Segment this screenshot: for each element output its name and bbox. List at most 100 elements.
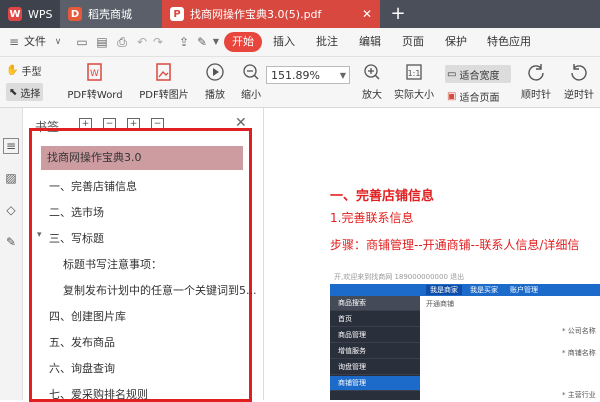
pdf-to-image-label: PDF转图片 [139, 90, 189, 101]
close-icon[interactable]: ✕ [362, 7, 372, 21]
thumbnail-image-icon[interactable]: ▨ [3, 170, 19, 186]
rotate-counterclockwise-icon [568, 61, 590, 83]
screenshot-field-label: * 主营行业 [562, 391, 596, 399]
select-tool-button[interactable]: ⬉ 选择 [6, 83, 44, 101]
open-file-icon[interactable]: ▤ [94, 34, 110, 50]
actual-size-button[interactable]: 1:1 实际大小 [391, 61, 437, 101]
ribbon-toolbar: ✋ 手型 ⬉ 选择 W PDF转Word PDF转图片 播放 缩小 151.89… [0, 57, 600, 108]
svg-text:W: W [90, 69, 99, 79]
screenshot-search-box: 商品搜索 [330, 296, 420, 311]
zoom-value: 151.89% [271, 69, 320, 82]
cursor-arrow-icon: ⬉ [9, 86, 18, 98]
annotation-icon[interactable]: ✎ [3, 234, 19, 250]
bookmark-item[interactable]: 标题书写注意事项： [63, 256, 162, 272]
chevron-down-icon[interactable]: ∨ [50, 34, 66, 50]
rotate-clockwise-label: 顺时针 [521, 90, 551, 101]
hand-tool-button[interactable]: ✋ 手型 [6, 61, 41, 79]
zoom-out-button[interactable]: 缩小 [237, 61, 265, 101]
protect-tab[interactable]: 保护 [445, 28, 467, 56]
insert-tab[interactable]: 插入 [273, 28, 295, 56]
actual-size-label: 实际大小 [394, 90, 434, 101]
tab-docer-store[interactable]: D 稻壳商城 [60, 0, 162, 28]
rotate-counterclockwise-label: 逆时针 [564, 90, 594, 101]
pdf-to-image-button[interactable]: PDF转图片 [134, 61, 194, 101]
zoom-out-label: 缩小 [241, 90, 261, 101]
redo-icon[interactable]: ↷ [150, 34, 166, 50]
wps-logo-icon: W [8, 7, 22, 21]
tab-label: WPS [28, 7, 53, 21]
hamburger-menu-icon[interactable]: ≡ [6, 34, 22, 50]
bookmark-panel: 书签 + − + − ✕ 找商网操作宝典3.0 一、完善店铺信息 二、选市场 三… [23, 108, 264, 402]
bookmark-item[interactable]: 找商网操作宝典3.0 [41, 146, 243, 170]
new-tab-button[interactable]: + [386, 2, 410, 26]
pdf-to-word-button[interactable]: W PDF转Word [62, 61, 128, 101]
screenshot-side-item: 商品管理 [330, 328, 420, 343]
bookmark-item[interactable]: 五、发布商品 [49, 334, 115, 350]
tab-wps-home[interactable]: W WPS [0, 0, 60, 28]
tab-bar: W WPS D 稻壳商城 P 找商网操作宝典3.0(5).pdf ✕ + [0, 0, 600, 28]
screenshot-nav-item: 我是买家 [470, 286, 498, 294]
document-step-text: 步骤：商铺管理--开通商铺--联系人信息/详细信 [330, 238, 580, 252]
zoom-level-select[interactable]: 151.89% ▼ [266, 66, 350, 84]
screenshot-side-item: 询盘管理 [330, 360, 420, 375]
screenshot-sidebar: 商品搜索 首页 商品管理 增值服务 询盘管理 商铺管理 [330, 296, 420, 400]
chevron-down-icon[interactable]: ▼ [340, 67, 346, 85]
side-icon-strip: ≡ ▨ ◇ ✎ [0, 108, 23, 400]
document-subheading: 1.完善联系信息 [330, 211, 414, 225]
screenshot-field-label: * 商铺名称 [562, 349, 596, 357]
screenshot-nav-item: 我是商家 [426, 285, 462, 295]
screenshot-main-title: 开通商铺 [426, 300, 454, 308]
features-tab[interactable]: 特色应用 [487, 28, 531, 56]
document-viewer[interactable]: 一、完善店铺信息 1.完善联系信息 步骤：商铺管理--开通商铺--联系人信息/详… [264, 108, 600, 400]
document-heading: 一、完善店铺信息 [330, 189, 435, 204]
menu-bar: ≡ 文件 ∨ ▭ ▤ ⎙ ↶ ↷ ⇪ ✎ ▼ 开始 插入 批注 编辑 页面 保护… [0, 28, 600, 57]
fit-page-label: 适合页面 [459, 92, 500, 104]
fit-width-button[interactable]: ▭ 适合宽度 [445, 65, 511, 83]
tab-pdf-document[interactable]: P 找商网操作宝典3.0(5).pdf ✕ [162, 0, 380, 28]
rotate-counterclockwise-button[interactable]: 逆时针 [560, 61, 598, 101]
screenshot-nav-item: 账户管理 [510, 286, 538, 294]
comment-tab[interactable]: 批注 [316, 28, 338, 56]
new-folder-icon[interactable]: ▭ [74, 34, 90, 50]
bookmark-item[interactable]: 三、写标题 [49, 230, 104, 246]
collapse-arrow-icon[interactable]: ▾ [37, 230, 42, 240]
edit-tab[interactable]: 编辑 [359, 28, 381, 56]
bookmark-item[interactable]: 一、完善店铺信息 [49, 178, 137, 194]
share-icon[interactable]: ⇪ [176, 34, 192, 50]
bookmark-item[interactable]: 四、创建图片库 [49, 308, 126, 324]
bookmark-item[interactable]: 二、选市场 [49, 204, 104, 220]
screenshot-side-item: 首页 [330, 312, 420, 327]
rotate-clockwise-button[interactable]: 顺时针 [518, 61, 554, 101]
play-label: 播放 [205, 90, 225, 101]
bookmark-item[interactable]: 六、询盘查询 [49, 360, 115, 376]
undo-icon[interactable]: ↶ [134, 34, 150, 50]
screenshot-field-label: * 公司名称 [562, 327, 596, 335]
screenshot-main-panel: 开通商铺 * 公司名称 * 商铺名称 * 主营行业 [420, 296, 600, 400]
page-tab[interactable]: 页面 [402, 28, 424, 56]
pdf-to-word-icon: W [84, 61, 106, 83]
tab-label: 找商网操作宝典3.0(5).pdf [190, 8, 322, 21]
start-tab[interactable]: 开始 [224, 32, 262, 52]
embedded-screenshot: 开,欢迎来到找商网 189000000000 退出 我是商家 我是买家 账户管理… [330, 270, 600, 400]
bookmark-item[interactable]: 复制发布计划中的任意一个关键词到5... [63, 282, 257, 298]
chevron-down-icon[interactable]: ▼ [208, 34, 224, 50]
hand-tool-label: 手型 [21, 66, 42, 78]
rotate-clockwise-icon [525, 61, 547, 83]
file-menu[interactable]: 文件 [24, 28, 46, 56]
actual-size-icon: 1:1 [403, 61, 425, 83]
tag-icon[interactable]: ◇ [3, 202, 19, 218]
screenshot-nav-bar: 我是商家 我是买家 账户管理 [330, 284, 600, 296]
zoom-in-button[interactable]: 放大 [358, 61, 386, 101]
screenshot-top-text: 开,欢迎来到找商网 189000000000 退出 [330, 270, 600, 284]
pdf-to-word-label: PDF转Word [67, 90, 123, 101]
zoom-in-label: 放大 [362, 90, 382, 101]
play-icon [204, 61, 226, 83]
fit-page-button[interactable]: ▣ 适合页面 [447, 87, 499, 105]
play-button[interactable]: 播放 [200, 61, 230, 101]
hand-icon: ✋ [6, 64, 19, 76]
fit-width-label: 适合宽度 [459, 70, 500, 82]
pdf-to-image-icon [153, 61, 175, 83]
print-icon[interactable]: ⎙ [114, 34, 130, 50]
bookmark-list-icon[interactable]: ≡ [3, 138, 19, 154]
fit-width-icon: ▭ [447, 68, 457, 80]
